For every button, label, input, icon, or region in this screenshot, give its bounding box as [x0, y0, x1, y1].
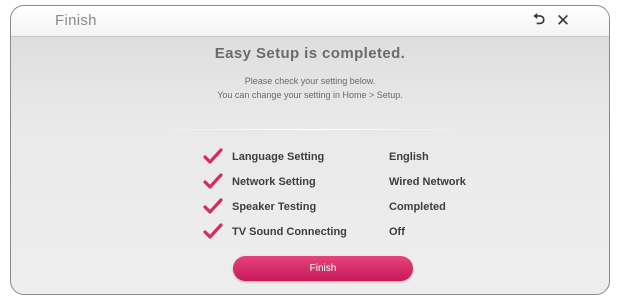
title-bar: Finish ⮌ ✕: [11, 6, 609, 37]
settings-row-network: Network Setting Wired Network: [11, 172, 609, 196]
divider: [131, 129, 491, 130]
headline-text: Easy Setup is completed.: [214, 45, 406, 62]
dialog-title: Finish: [55, 12, 97, 29]
finish-dialog: Finish ⮌ ✕ Easy Setup is completed. Plea…: [10, 5, 610, 295]
checkmark-icon: [203, 198, 223, 214]
instruction-line-1: Please check your setting below.: [244, 76, 376, 86]
setting-label: Network Setting: [232, 176, 316, 188]
back-arrow-icon[interactable]: ⮌: [529, 11, 549, 31]
setting-value: Off: [389, 226, 405, 238]
setting-value: English: [389, 151, 429, 163]
checkmark-icon: [203, 173, 223, 189]
checkmark-icon: [203, 148, 223, 164]
setting-label: Language Setting: [232, 151, 325, 163]
close-icon[interactable]: ✕: [553, 11, 573, 31]
settings-row-language: Language Setting English: [11, 147, 609, 171]
setting-value: Completed: [389, 201, 446, 213]
finish-button[interactable]: Finish: [233, 256, 413, 281]
instruction-line-2: You can change your setting in Home > Se…: [217, 90, 403, 100]
settings-row-tv-sound: TV Sound Connecting Off: [11, 222, 609, 246]
settings-row-speaker: Speaker Testing Completed: [11, 197, 609, 221]
setting-value: Wired Network: [389, 176, 466, 188]
checkmark-icon: [203, 223, 223, 239]
header-section: Easy Setup is completed. Please check yo…: [11, 37, 609, 129]
setting-label: Speaker Testing: [232, 201, 317, 213]
setting-label: TV Sound Connecting: [232, 226, 347, 238]
